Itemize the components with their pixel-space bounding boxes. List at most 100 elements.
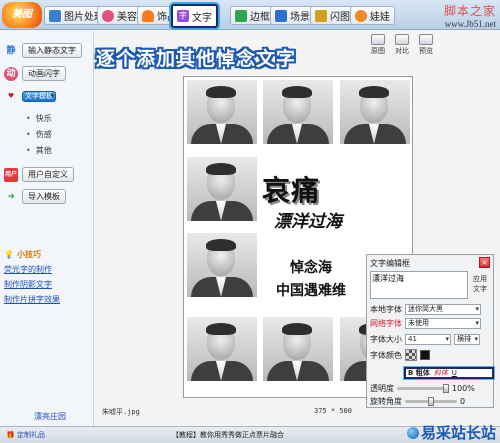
portrait-photo: [263, 317, 333, 381]
instruction-banner: 逐个添加其他悼念文字: [96, 48, 297, 70]
poster-title: 哀痛: [262, 174, 321, 207]
garden-link[interactable]: 漂亮庄园: [34, 411, 66, 422]
bulb-icon: 💡: [4, 250, 14, 259]
opacity-slider[interactable]: [397, 384, 449, 393]
template-button[interactable]: 文字模板: [22, 90, 56, 102]
custom-icon: 用户: [4, 167, 18, 182]
custom-button[interactable]: 用户自定义: [22, 167, 74, 182]
opacity-row: 透明度 100%: [370, 383, 475, 394]
direction-select[interactable]: 横排: [454, 334, 480, 345]
left-sidebar: 静 输入静态文字 动 动画闪字 ♥ 文字模板 快乐 伤感 其他 用户 用户自定义…: [0, 31, 94, 426]
poster-line-2: 中国遇难维: [276, 283, 346, 299]
flash-icon: [315, 9, 327, 22]
apply-text-button[interactable]: 应用文字: [470, 274, 490, 294]
template-row: ♥ 文字模板: [4, 89, 56, 103]
tab-beauty[interactable]: 美容: [97, 6, 142, 25]
tip-link-collage[interactable]: 制作片拼字效果: [4, 294, 60, 305]
net-font-row: 网络字体 未使用: [370, 318, 481, 329]
color-label: 字体颜色: [370, 350, 402, 360]
anim-text-row: 动 动画闪字: [4, 66, 66, 81]
color-swatch[interactable]: [420, 350, 430, 360]
frame-icon: [235, 9, 247, 22]
original-button[interactable]: 原图: [368, 34, 388, 56]
underline-button[interactable]: U: [452, 369, 457, 377]
compare-button[interactable]: 对比: [392, 34, 412, 56]
opacity-label: 透明度: [370, 384, 394, 393]
rotate-row: 旋转角度 0: [370, 396, 465, 407]
tab-label: 边框: [250, 12, 270, 23]
size-row: 字体大小 41 横排: [370, 334, 480, 345]
net-font-select[interactable]: 未使用: [405, 318, 481, 329]
site-brand: 脚本之家: [443, 4, 496, 18]
format-toolbar: B 粗体 斜体 U: [404, 367, 494, 379]
scene-icon: [275, 9, 287, 22]
sub-item-happy[interactable]: 快乐: [26, 113, 52, 124]
gift-icon: 🎁: [6, 431, 15, 439]
tip-link-shadow[interactable]: 制作阴影文字: [4, 279, 60, 290]
color-palette-icon[interactable]: [405, 349, 417, 361]
file-name: 朱嘘平.jpg: [102, 408, 140, 416]
panel-title: 文字编辑框: [370, 259, 410, 268]
image-dimensions: 375 * 500: [314, 407, 352, 415]
size-select[interactable]: 41: [405, 334, 451, 345]
net-font-label: 网络字体: [370, 319, 402, 328]
slider-handle[interactable]: [443, 384, 449, 393]
tab-flash[interactable]: 闪图: [310, 6, 355, 25]
sub-item-sad[interactable]: 伤感: [26, 129, 52, 140]
brand-text: 易采站长站: [420, 424, 496, 442]
tab-scene[interactable]: 场景: [270, 6, 315, 25]
bold-button[interactable]: B 粗体: [408, 368, 430, 378]
tab-label: 文字: [192, 12, 212, 24]
font-row: 本地字体 迷你简大黑: [370, 304, 481, 315]
portrait-photo: [187, 80, 257, 144]
status-bar: 🎁 定制礼品 【教程】教你用秀秀做正点票片融合 易采站长站: [0, 424, 500, 443]
tab-label: 闪图: [330, 12, 350, 23]
rotate-label: 旋转角度: [370, 397, 402, 406]
tab-label: 娃娃: [370, 12, 390, 23]
size-label: 字体大小: [370, 335, 402, 344]
poster-line-1: 悼念海: [290, 260, 332, 276]
opacity-value: 100%: [452, 384, 475, 393]
font-select[interactable]: 迷你简大黑: [405, 304, 481, 315]
preview-icon: [419, 34, 433, 45]
import-button[interactable]: 导入模板: [22, 189, 66, 204]
face-icon: [102, 9, 114, 22]
poster-subtitle: 漂洋过海: [274, 212, 342, 232]
preview-button[interactable]: 预览: [416, 34, 436, 56]
sub-item-other[interactable]: 其他: [26, 145, 52, 156]
rotate-slider[interactable]: [405, 397, 457, 406]
tab-frame[interactable]: 边框: [230, 6, 275, 25]
site-watermark: 脚本之家 www.Jb51.net: [444, 2, 496, 29]
close-icon[interactable]: ×: [479, 257, 490, 268]
doll-icon: [355, 9, 367, 22]
brand-watermark: 易采站长站: [406, 422, 496, 443]
top-tab-bar: 美图 图片处理 美容 饰品 字 文字 边框 场景 闪图 娃娃 脚本之家 www.…: [0, 0, 500, 30]
import-icon: ➜: [7, 191, 15, 202]
italic-button[interactable]: 斜体: [434, 368, 448, 378]
tutorial-link[interactable]: 【教程】教你用秀秀做正点票片融合: [172, 430, 284, 440]
brand-logo-icon: [406, 427, 419, 439]
portrait-photo: [187, 317, 257, 381]
app-logo: 美图: [2, 2, 42, 28]
anim-text-button[interactable]: 动画闪字: [22, 66, 66, 81]
preview-label: 预览: [419, 47, 433, 55]
tab-doll[interactable]: 娃娃: [350, 6, 395, 25]
text-input[interactable]: 漂洋过海: [370, 271, 468, 299]
custom-row: 用户 用户自定义: [4, 167, 74, 182]
love-icon: ♥: [7, 92, 15, 100]
tab-text[interactable]: 字 文字: [171, 4, 218, 28]
slider-handle[interactable]: [428, 397, 434, 406]
gift-link[interactable]: 🎁 定制礼品: [6, 430, 45, 440]
heart-icon: [142, 9, 154, 22]
text-edit-panel: 文字编辑框 × 漂洋过海 应用文字 本地字体 迷你简大黑 网络字体 未使用 字体…: [366, 254, 494, 408]
font-label: 本地字体: [370, 305, 402, 314]
gift-label: 定制礼品: [16, 431, 45, 439]
compare-label: 对比: [395, 47, 409, 55]
import-row: ➜ 导入模板: [4, 189, 66, 204]
tab-label: 场景: [290, 12, 310, 23]
tips-title: 💡 小技巧: [4, 249, 60, 260]
tip-link-glow[interactable]: 荧光字的制作: [4, 264, 60, 275]
portrait-photo: [263, 80, 333, 144]
color-row: 字体颜色: [370, 349, 430, 361]
static-text-button[interactable]: 输入静态文字: [22, 43, 82, 58]
